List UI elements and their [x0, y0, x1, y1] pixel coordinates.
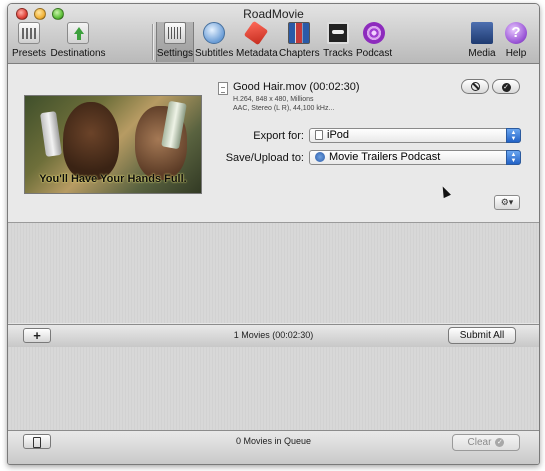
movie-audio-info: AAC, Stereo (L R), 44,100 kHz...: [233, 105, 335, 112]
movie-title: Good Hair.mov (00:02:30): [233, 81, 360, 93]
help-icon: [505, 22, 527, 44]
tab-tracks-label: Tracks: [323, 48, 353, 59]
export-for-select[interactable]: iPod ▲ ▼: [309, 128, 521, 143]
tab-metadata-label: Metadata: [236, 48, 278, 59]
clear-label: Clear: [467, 437, 492, 448]
window-title: RoadMovie: [243, 7, 304, 21]
subtitles-icon: [203, 22, 225, 44]
clear-button[interactable]: Clear ✓: [452, 434, 520, 451]
tab-podcast-label: Podcast: [356, 48, 393, 59]
thumbnail-caption: You'll Have Your Hands Full.: [39, 173, 187, 185]
save-upload-label: Save/Upload to:: [225, 152, 304, 164]
movie-video-info: H.264, 848 x 480, Millions: [233, 96, 314, 103]
save-upload-select[interactable]: Movie Trailers Podcast ▲ ▼: [309, 150, 521, 165]
movie-thumbnail[interactable]: You'll Have Your Hands Full.: [24, 95, 202, 194]
tab-chapters[interactable]: Chapters: [279, 22, 320, 62]
cancel-button[interactable]: [461, 79, 489, 94]
save-upload-value: Movie Trailers Podcast: [329, 151, 441, 163]
toolbar-media-button[interactable]: Media: [465, 22, 499, 62]
movie-settings-panel: You'll Have Your Hands Full. Good Hair.m…: [8, 64, 539, 223]
tab-settings-label: Settings: [156, 48, 194, 59]
toolbar-presets-button[interactable]: Presets: [10, 22, 48, 62]
toolbar-media-label: Media: [468, 48, 496, 59]
destinations-icon: [67, 22, 89, 44]
submit-all-button[interactable]: Submit All: [448, 327, 516, 344]
toolbar-separator: [152, 24, 153, 60]
toolbar: RoadMovie Presets Destinations Settings …: [8, 4, 539, 64]
podcast-destination-icon: [315, 152, 325, 162]
toolbar-help-label: Help: [505, 48, 527, 59]
export-for-label: Export for:: [253, 130, 304, 142]
clear-icon: ✓: [495, 437, 505, 447]
movie-list-area[interactable]: [8, 223, 539, 323]
document-icon: [218, 82, 228, 95]
tab-tracks[interactable]: Tracks: [321, 22, 355, 62]
gear-menu-button[interactable]: ⚙▾: [494, 195, 520, 210]
settings-icon: [164, 22, 186, 44]
chapters-icon: [288, 22, 310, 44]
tracks-icon: [327, 22, 349, 44]
tab-podcast[interactable]: Podcast: [356, 22, 392, 62]
queue-statusbar: 0 Movies in Queue Clear ✓: [8, 430, 539, 464]
export-for-value: iPod: [327, 129, 350, 141]
tab-metadata[interactable]: Metadata: [236, 20, 278, 62]
media-icon: [471, 22, 493, 44]
thumbnail-prop: [40, 111, 62, 157]
select-arrows-icon: ▲ ▼: [506, 150, 521, 165]
metadata-icon: [243, 20, 269, 46]
presets-icon: [18, 22, 40, 44]
checkmark-icon: ✓: [501, 83, 511, 92]
select-arrows-icon: ▲ ▼: [506, 128, 521, 143]
tab-settings[interactable]: Settings: [156, 22, 194, 62]
toolbar-destinations-label: Destinations: [50, 48, 106, 59]
tab-subtitles-label: Subtitles: [195, 48, 234, 59]
toolbar-destinations-button[interactable]: Destinations: [50, 22, 106, 62]
toolbar-presets-label: Presets: [12, 48, 46, 59]
tab-subtitles[interactable]: Subtitles: [195, 22, 233, 62]
thumbnail-figure: [63, 102, 119, 180]
movie-list-statusbar: + 1 Movies (00:02:30) Submit All: [8, 324, 539, 348]
gear-icon: ⚙▾: [500, 197, 514, 207]
queue-area[interactable]: [8, 347, 539, 430]
tab-chapters-label: Chapters: [279, 48, 320, 59]
ipod-icon: [315, 130, 323, 140]
cancel-icon: [470, 82, 480, 91]
toolbar-help-button[interactable]: Help: [501, 22, 531, 62]
movie-info: H.264, 848 x 480, Millions AAC, Stereo (…: [233, 95, 334, 113]
app-window: RoadMovie Presets Destinations Settings …: [7, 3, 540, 465]
podcast-icon: [363, 22, 385, 44]
confirm-button[interactable]: ✓: [492, 79, 520, 94]
